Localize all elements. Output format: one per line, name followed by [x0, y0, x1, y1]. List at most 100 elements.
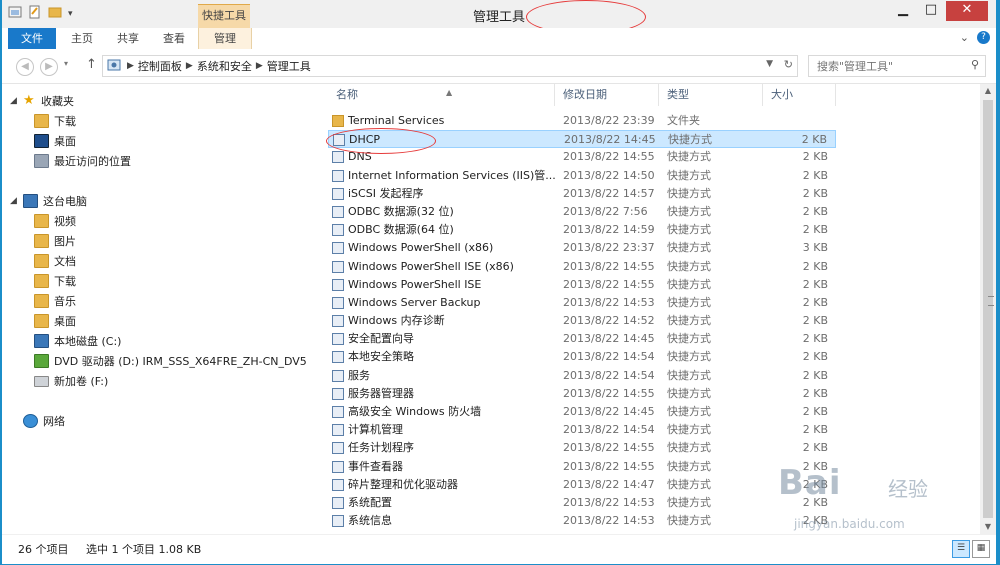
file-row[interactable]: ODBC 数据源(32 位) 2013/8/22 7:56 快捷方式 2 KB — [328, 203, 836, 221]
nav-item-label: DVD 驱动器 (D:) IRM_SSS_X64FRE_ZH-CN_DV5 — [54, 355, 307, 368]
expand-arrow-icon[interactable]: ◢ — [10, 196, 18, 206]
shortcut-icon — [332, 515, 344, 528]
file-row[interactable]: iSCSI 发起程序 2013/8/22 14:57 快捷方式 2 KB — [328, 185, 836, 203]
title-bar: ▾ 快捷工具 管理工具 ▁ □ ✕ — [2, 0, 996, 34]
column-header-name[interactable]: 名称 ▲ — [328, 84, 555, 106]
search-input[interactable] — [815, 56, 969, 76]
file-row[interactable]: 计算机管理 2013/8/22 14:54 快捷方式 2 KB — [328, 421, 836, 439]
nav-item-music[interactable]: 音乐 — [34, 291, 76, 311]
vertical-scrollbar[interactable]: ▲ ▼ — [980, 84, 996, 534]
shortcut-icon — [332, 296, 344, 309]
search-icon[interactable]: ⚲ — [971, 58, 979, 71]
scroll-up-icon[interactable]: ▲ — [980, 84, 996, 98]
file-name: Windows PowerShell ISE (x86) — [348, 259, 514, 273]
file-row[interactable]: 服务器管理器 2013/8/22 14:55 快捷方式 2 KB — [328, 385, 836, 403]
nav-item-pictures[interactable]: 图片 — [34, 231, 76, 251]
nav-item-dvd-drive-d[interactable]: DVD 驱动器 (D:) IRM_SSS_X64FRE_ZH-CN_DV5 — [34, 351, 307, 371]
file-row[interactable]: 服务 2013/8/22 14:54 快捷方式 2 KB — [328, 367, 836, 385]
nav-item-desktop[interactable]: 桌面 — [34, 131, 76, 151]
shortcut-icon — [332, 315, 344, 328]
minimize-button[interactable]: ▁ — [890, 1, 916, 21]
forward-button[interactable]: ▶ — [40, 58, 58, 76]
scroll-down-icon[interactable]: ▼ — [980, 520, 996, 534]
nav-this-pc[interactable]: ◢ 这台电脑 — [10, 191, 87, 211]
breadcrumb-separator-icon[interactable]: ▶ — [127, 61, 134, 71]
file-row[interactable]: Windows Server Backup 2013/8/22 14:53 快捷方式… — [328, 294, 836, 312]
nav-item-downloads[interactable]: 下载 — [34, 111, 76, 131]
file-name: Terminal Services — [348, 114, 445, 127]
file-name-cell: 碎片整理和优化驱动器 — [332, 476, 458, 494]
file-name-cell: 服务 — [332, 367, 370, 385]
help-icon[interactable]: ? — [977, 31, 990, 44]
nav-network[interactable]: 网络 — [10, 411, 65, 431]
file-type: 快捷方式 — [667, 405, 711, 418]
shortcut-icon — [332, 406, 344, 418]
file-row[interactable]: 本地安全策略 2013/8/22 14:54 快捷方式 2 KB — [328, 348, 836, 366]
shortcut-icon — [332, 224, 344, 237]
watermark-brand: Bai — [778, 463, 842, 503]
file-size: 2 KB — [801, 133, 827, 147]
maximize-button[interactable]: □ — [918, 1, 944, 21]
file-row[interactable]: Windows 内存诊断 2013/8/22 14:52 快捷方式 2 KB — [328, 312, 836, 330]
file-size: 2 KB — [802, 405, 828, 418]
file-row[interactable]: Terminal Services 2013/8/22 23:39 文件夹 — [328, 112, 836, 130]
file-date: 2013/8/22 14:55 — [563, 277, 655, 291]
nav-favorites[interactable]: ◢ ★ 收藏夹 — [10, 91, 74, 111]
column-header-type[interactable]: 类型 — [659, 84, 763, 106]
breadcrumb-separator-icon[interactable]: ▶ — [186, 61, 193, 71]
nav-item-recent-places[interactable]: 最近访问的位置 — [34, 151, 131, 171]
nav-item-downloads-pc[interactable]: 下载 — [34, 271, 76, 291]
file-name: 计算机管理 — [348, 423, 403, 437]
file-name: iSCSI 发起程序 — [348, 186, 424, 200]
breadcrumb-separator-icon[interactable]: ▶ — [256, 61, 263, 71]
nav-item-videos[interactable]: 视频 — [34, 211, 76, 231]
breadcrumb-admin-tools[interactable]: 管理工具 — [263, 58, 315, 74]
address-dropdown-icon[interactable]: ▼ — [766, 59, 773, 69]
window-controls: ▁ □ ✕ — [890, 1, 988, 21]
file-date: 2013/8/22 14:45 — [563, 332, 655, 346]
file-type: 快捷方式 — [667, 241, 711, 255]
nav-item-local-disk-c[interactable]: 本地磁盘 (C:) — [34, 331, 121, 351]
address-box[interactable]: ▶ 控制面板 ▶ 系统和安全 ▶ 管理工具 ▼ ↻ — [102, 55, 798, 77]
tab-home[interactable]: 主页 — [62, 28, 102, 49]
nav-item-desktop-pc[interactable]: 桌面 — [34, 311, 76, 331]
file-row[interactable]: Windows PowerShell ISE 2013/8/22 14:55 快捷方… — [328, 276, 836, 294]
file-row[interactable]: Windows PowerShell ISE (x86) 2013/8/22 14… — [328, 258, 836, 276]
file-date: 2013/8/22 14:54 — [563, 350, 655, 364]
tab-manage[interactable]: 管理 — [198, 28, 252, 49]
nav-item-volume-f[interactable]: 新加卷 (F:) — [34, 371, 108, 391]
refresh-icon[interactable]: ↻ — [784, 58, 793, 71]
nav-item-documents[interactable]: 文档 — [34, 251, 76, 271]
file-type: 快捷方式 — [667, 314, 711, 328]
large-icons-view-icon[interactable]: ▦ — [972, 540, 990, 558]
back-button[interactable]: ◀ — [16, 58, 34, 76]
baidu-watermark: Bai 经验 jingyan.baidu.com — [758, 455, 958, 555]
file-row[interactable]: ODBC 数据源(64 位) 2013/8/22 14:59 快捷方式 2 KB — [328, 221, 836, 239]
file-row[interactable]: 安全配置向导 2013/8/22 14:45 快捷方式 2 KB — [328, 330, 836, 348]
file-name: Windows Server Backup — [348, 295, 481, 309]
nav-item-label: 音乐 — [54, 295, 76, 308]
file-row[interactable]: Internet Information Services (IIS)管... 2… — [328, 167, 836, 185]
scrollbar-thumb[interactable] — [983, 100, 994, 518]
shortcut-icon — [332, 169, 344, 182]
dhcp-annotation-circle — [326, 128, 436, 154]
up-arrow-icon[interactable]: ↑ — [86, 57, 97, 72]
shortcut-icon — [332, 187, 344, 200]
recent-locations-icon[interactable]: ▾ — [64, 59, 68, 68]
close-button[interactable]: ✕ — [946, 1, 988, 21]
tab-view[interactable]: 查看 — [154, 28, 194, 49]
column-header-date[interactable]: 修改日期 — [555, 84, 659, 106]
expand-arrow-icon[interactable]: ◢ — [10, 96, 18, 106]
chevron-down-icon[interactable]: ⌄ — [960, 31, 969, 44]
column-header-size[interactable]: 大小 — [763, 84, 836, 106]
column-headers: 名称 ▲ 修改日期 类型 大小 — [328, 84, 836, 106]
search-box[interactable]: ⚲ — [808, 55, 986, 77]
file-row[interactable]: 高级安全 Windows 防火墙 2013/8/22 14:45 快捷方式 2 KB — [328, 403, 836, 421]
tab-share[interactable]: 共享 — [108, 28, 148, 49]
file-type: 快捷方式 — [667, 295, 711, 309]
nav-item-label: 文档 — [54, 255, 76, 268]
file-row[interactable]: Windows PowerShell (x86) 2013/8/22 23:37 快… — [328, 239, 836, 257]
breadcrumb-system-security[interactable]: 系统和安全 — [193, 58, 256, 74]
tab-file[interactable]: 文件 — [8, 28, 56, 49]
breadcrumb-control-panel[interactable]: 控制面板 — [134, 58, 186, 74]
